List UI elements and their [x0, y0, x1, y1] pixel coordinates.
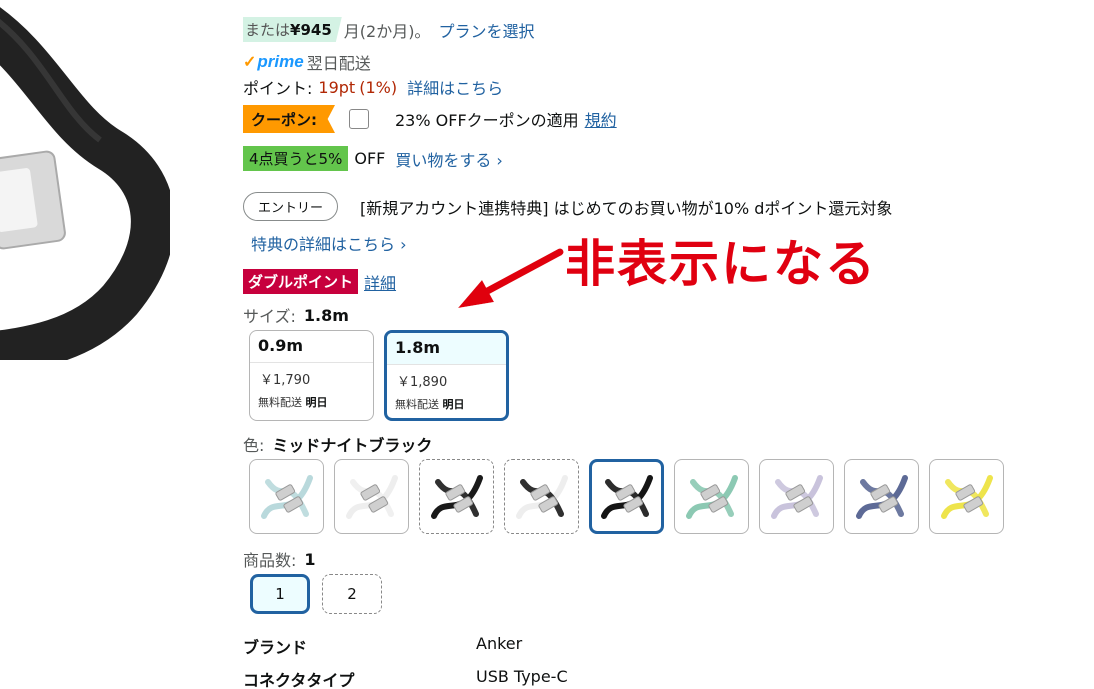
size-option-name: 0.9m: [250, 331, 373, 363]
color-label: 色:: [243, 436, 265, 455]
entry-text: [新規アカウント連携特典] はじめてのお買い物が10% dポイント還元対象: [360, 198, 893, 218]
quantity-label: 商品数:: [243, 551, 297, 570]
quantity-option-2[interactable]: 2: [322, 574, 382, 614]
product-image: [0, 7, 170, 360]
size-selected: 1.8m: [303, 305, 349, 325]
installment-row: または¥945 月(2か月)。 プランを選択: [243, 17, 534, 42]
points-value: 19pt: [318, 77, 356, 97]
double-point-badge: ダブルポイント: [243, 269, 359, 294]
color-selected: ミッドナイトブラック: [272, 436, 433, 455]
coupon-row: クーポン: 23% OFFクーポンの適用 規約: [243, 105, 617, 133]
size-option-0.9m[interactable]: 0.9m ￥1,790 無料配送 明日: [249, 330, 374, 421]
entry-details-row: 特典の詳細はこちら ›: [251, 231, 407, 255]
coupon-badge: クーポン:: [243, 105, 335, 133]
entry-row: エントリー [新規アカウント連携特典] はじめてのお買い物が10% dポイント還…: [243, 192, 892, 221]
entry-button[interactable]: エントリー: [243, 192, 339, 221]
points-details-link[interactable]: 詳細はこちら: [407, 75, 503, 99]
bulk-off: OFF: [354, 149, 386, 168]
cable-icon: [515, 474, 568, 519]
size-row: サイズ: 1.8m: [243, 303, 349, 327]
cable-icon: [600, 474, 653, 519]
spec-label-brand: ブランド: [243, 638, 308, 657]
cable-icon: [260, 474, 313, 519]
spec-value-connector: USB Type-C: [476, 667, 568, 686]
quantity-selected: 1: [304, 549, 316, 569]
check-icon: ✓: [243, 54, 257, 71]
cable-icon: [770, 474, 823, 519]
spec-value-brand: Anker: [476, 634, 523, 653]
color-swatch-light-blue[interactable]: [249, 459, 324, 534]
color-swatch-white[interactable]: [334, 459, 409, 534]
installment-suffix: 月(2か月)。: [343, 21, 431, 41]
size-option-price: ￥1,890: [397, 375, 448, 390]
spec-label-connector: コネクタタイプ: [243, 671, 355, 689]
cable-icon: [345, 474, 398, 519]
coupon-text: 23% OFFクーポンの適用: [395, 111, 579, 130]
cable-icon: [685, 474, 738, 519]
cable-icon: [940, 474, 993, 519]
quantity-row: 商品数: 1: [243, 547, 316, 571]
points-label: ポイント:: [243, 79, 313, 98]
bulk-row: 4点買うと5% OFF 買い物をする ›: [243, 146, 503, 171]
bulk-shop-link[interactable]: 買い物をする ›: [395, 147, 503, 171]
color-swatch-white-black-pair[interactable]: [504, 459, 579, 534]
coupon-checkbox[interactable]: [349, 109, 369, 129]
size-label: サイズ:: [243, 307, 296, 326]
size-option-name: 1.8m: [387, 333, 506, 365]
entry-details-link[interactable]: 特典の詳細はこちら ›: [251, 231, 407, 255]
color-row: 色: ミッドナイトブラック: [243, 432, 432, 456]
color-swatch-midnight-black[interactable]: [589, 459, 664, 534]
annotation-text: 非表示になる: [565, 235, 877, 293]
cable-icon: [855, 474, 908, 519]
installment-badge: または¥945: [243, 17, 342, 42]
size-option-shipping: 無料配送 明日: [395, 398, 465, 411]
cable-icon: [430, 474, 483, 519]
prime-delivery: 翌日配送: [306, 54, 371, 73]
quantity-option-1[interactable]: 1: [250, 574, 310, 614]
double-point-row: ダブルポイント 詳細: [243, 269, 396, 294]
points-percent: (1%): [359, 77, 398, 97]
select-plan-link[interactable]: プランを選択: [438, 18, 534, 42]
double-point-details-link[interactable]: 詳細: [364, 270, 396, 294]
coupon-terms-link[interactable]: 規約: [585, 107, 617, 131]
prime-logo: ✓ prime: [243, 52, 304, 71]
bulk-badge: 4点買うと5%: [243, 146, 349, 171]
color-swatch-yellow[interactable]: [929, 459, 1004, 534]
size-option-shipping: 無料配送 明日: [258, 396, 328, 409]
color-swatch-slate-blue[interactable]: [844, 459, 919, 534]
red-arrow-icon: [458, 248, 564, 308]
size-option-1.8m[interactable]: 1.8m ￥1,890 無料配送 明日: [384, 330, 509, 421]
prime-row: ✓ prime 翌日配送: [243, 50, 371, 74]
color-swatch-lavender[interactable]: [759, 459, 834, 534]
color-swatch-black-pair[interactable]: [419, 459, 494, 534]
color-swatch-mint-green[interactable]: [674, 459, 749, 534]
points-row: ポイント: 19pt (1%) 詳細はこちら: [243, 75, 503, 99]
size-option-price: ￥1,790: [260, 373, 311, 388]
